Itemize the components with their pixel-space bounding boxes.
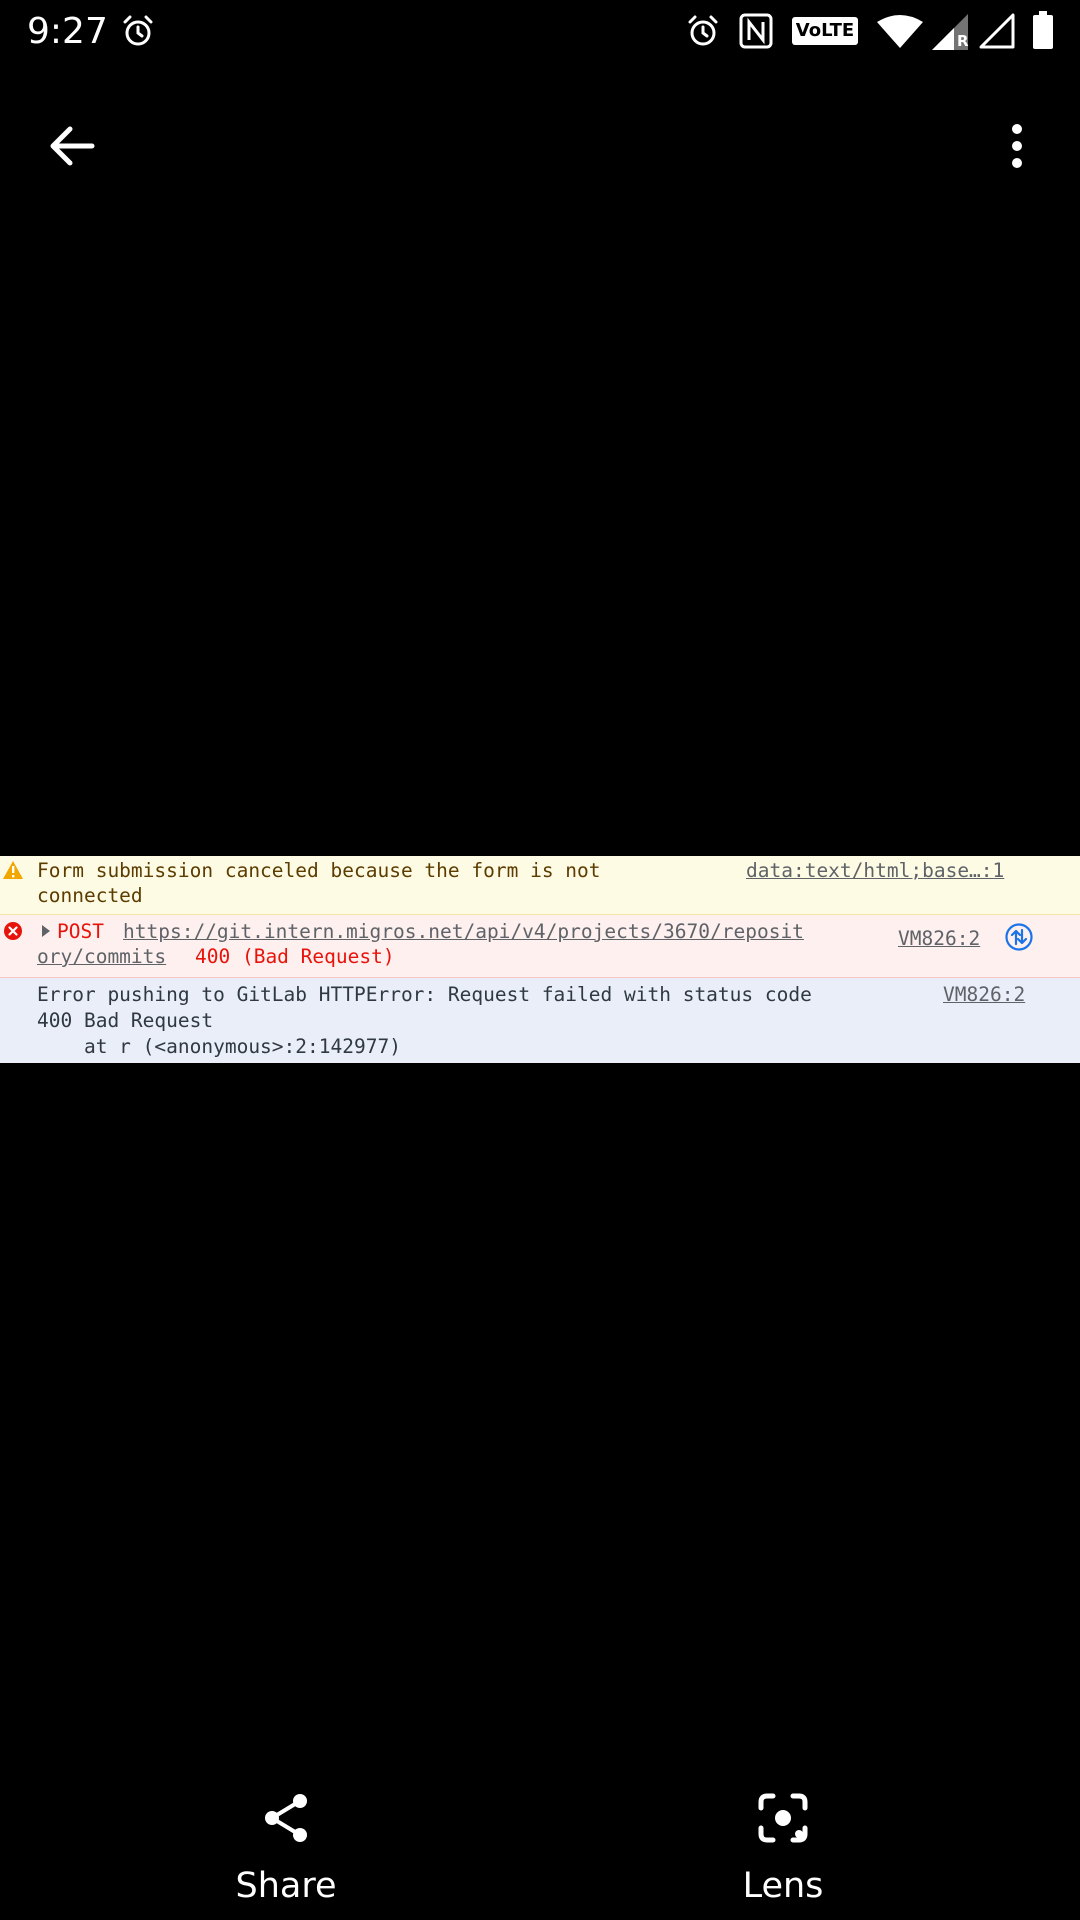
request-method: POST [57,920,104,943]
status-bar: 9:27 VoLTE R [0,0,1080,64]
console-error-row: POST https://git.intern.migros.net/api/v… [0,915,1080,978]
share-label: Share [235,1866,337,1906]
warning-message-line2: connected [37,884,143,907]
error-icon [4,922,22,940]
lens-label: Lens [742,1866,824,1906]
console-warning-row: Form submission canceled because the for… [0,856,1080,915]
lens-button[interactable]: Lens [673,1782,893,1912]
warning-icon [3,861,23,879]
info-message-line2: 400 Bad Request [37,1009,214,1032]
wifi-icon [877,15,923,48]
request-url-line1[interactable]: https://git.intern.migros.net/api/v4/pro… [123,919,804,945]
console-screenshot: Form submission canceled because the for… [0,856,1080,1063]
request-status: 400 (Bad Request) [195,945,395,968]
expand-triangle-icon[interactable] [40,924,52,938]
back-button[interactable] [34,112,114,180]
console-info-row: Error pushing to GitLab HTTPError: Reque… [0,978,1080,1063]
share-icon [265,1794,307,1842]
arrow-back-icon [50,126,95,166]
info-source-link[interactable]: VM826:2 [943,982,1025,1008]
error-source-link[interactable]: VM826:2 [898,926,980,952]
volte-label: VoLTE [795,20,855,41]
signal-icon [979,13,1015,49]
info-message-line3: at r (<anonymous>:2:142977) [37,1035,401,1058]
warning-source-link[interactable]: data:text/html;base…:1 [746,858,1004,884]
status-time: 9:27 [27,11,108,52]
request-url-line2[interactable]: ory/commits [37,944,166,970]
more-options-button[interactable] [994,112,1040,180]
lens-icon [758,1793,808,1843]
nfc-icon [739,13,773,49]
warning-message-line1: Form submission canceled because the for… [37,859,601,882]
roaming-label: R [957,32,969,50]
alarm-icon [688,15,718,46]
share-button[interactable]: Share [176,1782,396,1912]
more-vert-icon [1012,124,1022,168]
alarm-icon [123,15,153,46]
battery-icon [1033,11,1053,49]
network-request-icon[interactable] [1004,922,1034,952]
info-message-line1: Error pushing to GitLab HTTPError: Reque… [37,983,812,1006]
volte-icon: VoLTE [792,17,858,45]
